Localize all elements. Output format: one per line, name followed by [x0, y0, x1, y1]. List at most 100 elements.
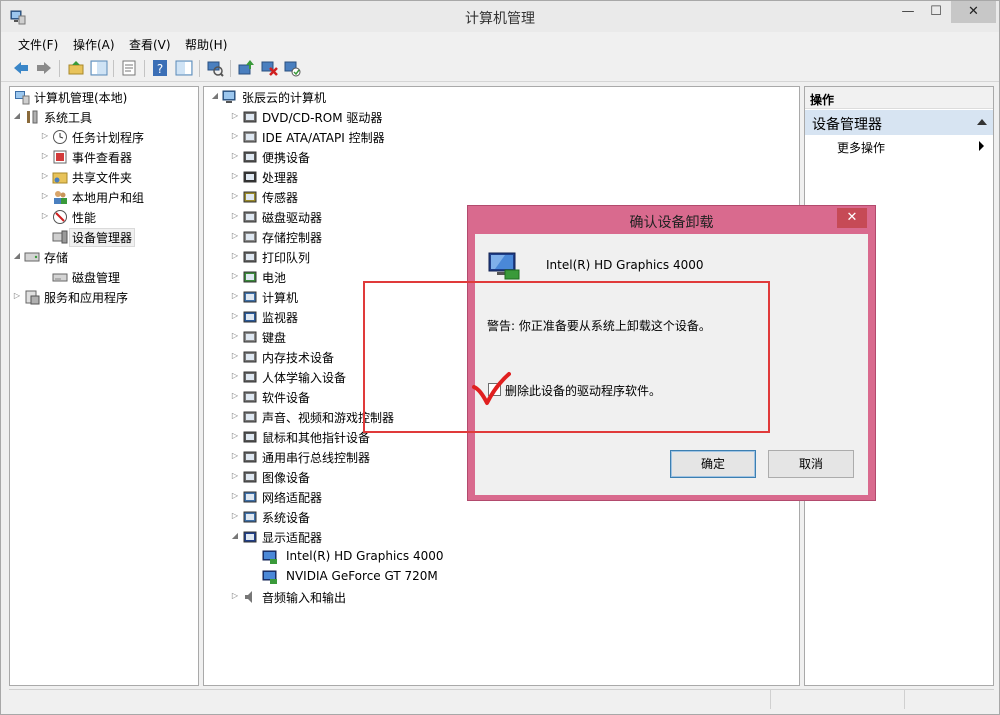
device-category-label: 系统设备	[262, 511, 311, 525]
users-icon	[54, 191, 67, 204]
device-category-icon	[243, 371, 257, 383]
expand-icon[interactable]: ▷	[40, 171, 50, 181]
forward-arrow-icon[interactable]	[35, 59, 53, 77]
expand-icon[interactable]: ▷	[230, 431, 240, 441]
console-tree-icon[interactable]	[175, 59, 193, 77]
shared-folder-icon	[52, 172, 68, 184]
menu-help[interactable]: 帮助(H)	[185, 36, 227, 53]
dialog-close-button[interactable]: ✕	[837, 208, 867, 228]
expand-icon[interactable]: ▷	[230, 251, 240, 261]
clock-icon	[53, 130, 67, 144]
title-bar[interactable]: 计算机管理 — ☐ ✕	[1, 1, 999, 32]
actions-section-label: 设备管理器	[812, 117, 882, 133]
ok-button[interactable]: 确定	[670, 450, 756, 478]
update-driver-icon[interactable]	[237, 59, 255, 77]
window-title: 计算机管理	[465, 11, 535, 27]
expand-icon[interactable]: ▷	[230, 271, 240, 281]
device-category-label: 内存技术设备	[262, 351, 335, 365]
svg-text:?: ?	[157, 62, 163, 76]
expand-icon[interactable]: ▷	[230, 311, 240, 321]
menu-action[interactable]: 操作(A)	[73, 36, 115, 53]
device-category-icon	[243, 111, 257, 123]
device-category-label: 通用串行总线控制器	[262, 451, 371, 465]
disk-icon	[52, 273, 68, 282]
expand-icon[interactable]: ▷	[230, 511, 240, 521]
expand-icon[interactable]: ▷	[40, 151, 50, 161]
collapse-icon[interactable]: ◢	[210, 91, 220, 101]
enable-device-icon[interactable]	[283, 59, 301, 77]
cancel-button[interactable]: 取消	[768, 450, 854, 478]
expand-icon[interactable]: ▷	[40, 131, 50, 141]
menu-file[interactable]: 文件(F)	[18, 36, 58, 53]
expand-icon[interactable]: ▷	[230, 291, 240, 301]
delete-driver-checkbox[interactable]	[488, 383, 501, 396]
device-category-icon	[243, 451, 257, 463]
status-cell	[9, 690, 771, 709]
display-adapter-label: Intel(R) HD Graphics 4000	[286, 549, 444, 563]
expand-icon[interactable]: ▷	[230, 471, 240, 481]
expand-icon[interactable]: ▷	[230, 391, 240, 401]
device-category-label: 存储控制器	[262, 231, 323, 245]
expand-icon[interactable]: ▷	[230, 451, 240, 461]
actions-section-device-manager[interactable]: 设备管理器	[805, 110, 993, 135]
expand-icon[interactable]: ▷	[230, 231, 240, 241]
device-category-label: 便携设备	[262, 151, 311, 165]
tree-item-label: 共享文件夹	[72, 171, 133, 185]
device-category-icon	[243, 131, 257, 143]
device-category-icon	[243, 411, 257, 423]
device-category-label: DVD/CD-ROM 驱动器	[262, 111, 383, 125]
device-category-icon	[243, 431, 257, 443]
expand-icon[interactable]: ▷	[230, 171, 240, 181]
device-category-icon	[243, 331, 257, 343]
computer-icon	[222, 90, 236, 103]
tree-root-label: 计算机管理(本地)	[34, 91, 128, 105]
maximize-button[interactable]: ☐	[923, 1, 949, 23]
device-category-label: 键盘	[262, 331, 287, 345]
collapse-icon[interactable]: ◢	[230, 531, 240, 541]
delete-driver-checkbox-label[interactable]: 删除此设备的驱动程序软件。	[505, 382, 661, 399]
expand-icon[interactable]: ▷	[230, 491, 240, 501]
menu-view[interactable]: 查看(V)	[129, 36, 171, 53]
expand-icon[interactable]: ▷	[230, 191, 240, 201]
scan-hardware-icon[interactable]	[206, 59, 224, 77]
submenu-arrow-icon[interactable]	[979, 141, 984, 151]
device-category-label: IDE ATA/ATAPI 控制器	[262, 131, 385, 145]
expand-icon[interactable]: ▷	[230, 411, 240, 421]
tree-item-label: 设备管理器	[68, 228, 136, 247]
device-category-icon	[243, 231, 257, 243]
expand-icon[interactable]: ▷	[230, 151, 240, 161]
help-icon[interactable]: ?	[151, 59, 169, 77]
expand-icon[interactable]: ▷	[40, 211, 50, 221]
expand-icon[interactable]: ▷	[230, 211, 240, 221]
expand-icon[interactable]: ▷	[12, 291, 22, 301]
collapse-icon[interactable]: ◢	[12, 111, 22, 121]
device-category-label: 监视器	[262, 311, 299, 325]
dialog-body: Intel(R) HD Graphics 4000 警告: 你正准备要从系统上卸…	[475, 234, 868, 495]
storage-icon	[24, 252, 40, 262]
device-category-label: 音频输入和输出	[262, 591, 347, 605]
device-category-icon	[243, 211, 257, 223]
device-category-icon	[243, 491, 257, 503]
collapse-up-icon[interactable]	[977, 119, 987, 125]
minimize-button[interactable]: —	[893, 1, 923, 23]
expand-icon[interactable]: ▷	[230, 331, 240, 341]
up-folder-icon[interactable]	[67, 59, 85, 77]
uninstall-device-icon[interactable]	[260, 59, 278, 77]
tree-item-label: 事件查看器	[72, 151, 133, 165]
expand-icon[interactable]: ▷	[230, 591, 240, 601]
close-button[interactable]: ✕	[951, 1, 996, 23]
device-category-icon	[243, 391, 257, 403]
expand-icon[interactable]: ▷	[230, 131, 240, 141]
show-hide-tree-icon[interactable]	[90, 59, 108, 77]
more-actions-link[interactable]: 更多操作	[837, 139, 885, 156]
toolbar-separator	[144, 60, 145, 77]
expand-icon[interactable]: ▷	[230, 351, 240, 361]
device-category-label: 网络适配器	[262, 491, 323, 505]
expand-icon[interactable]: ▷	[230, 111, 240, 121]
collapse-icon[interactable]: ◢	[12, 251, 22, 261]
expand-icon[interactable]: ▷	[230, 371, 240, 381]
computer-management-icon	[15, 91, 30, 105]
expand-icon[interactable]: ▷	[40, 191, 50, 201]
properties-icon[interactable]	[120, 59, 138, 77]
back-arrow-icon[interactable]	[12, 59, 30, 77]
